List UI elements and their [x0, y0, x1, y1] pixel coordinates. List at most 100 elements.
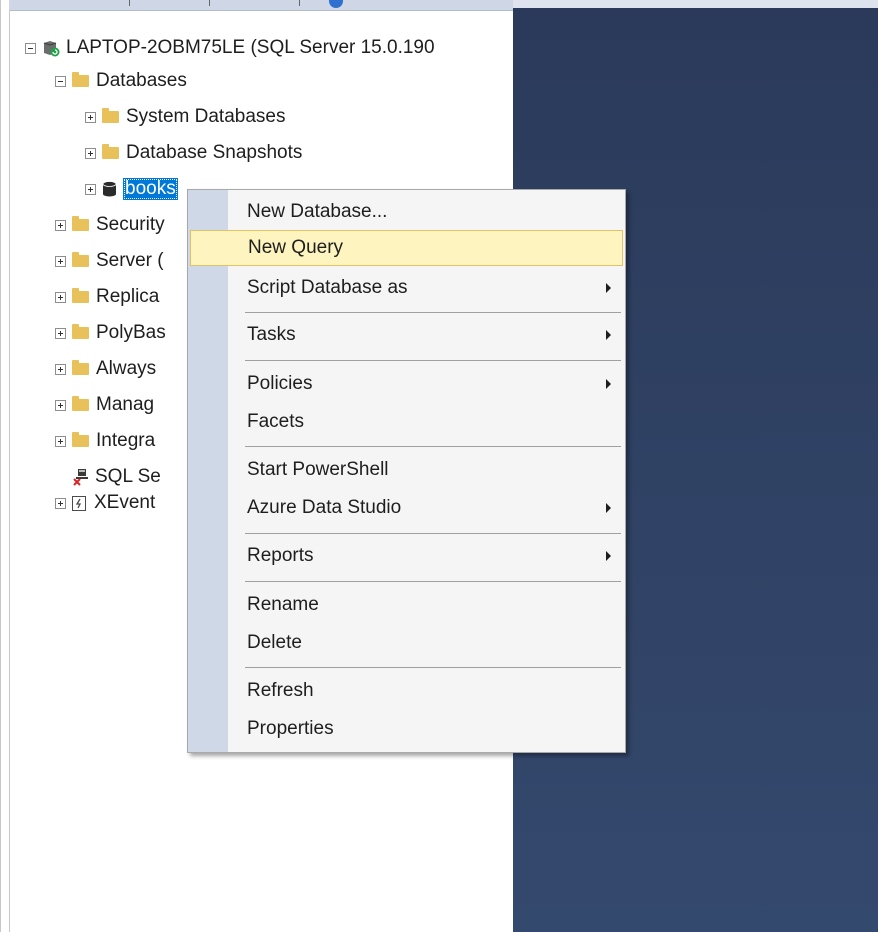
xevent-label: XEvent: [94, 492, 156, 513]
folder-icon: [102, 108, 119, 123]
tree-node-server[interactable]: LAPTOP-2OBM75LE (SQL Server 15.0.190: [25, 34, 435, 62]
menu-item-label: New Query: [248, 237, 344, 258]
folder-icon: [72, 72, 89, 87]
expand-icon[interactable]: [55, 255, 66, 267]
submenu-arrow-icon: [606, 379, 611, 389]
expand-icon[interactable]: [85, 183, 96, 195]
tree-node-polybase[interactable]: PolyBas: [55, 319, 166, 347]
menu-item-label: Reports: [247, 545, 314, 566]
menu-item-label: Policies: [247, 373, 313, 394]
collapse-icon[interactable]: [55, 75, 66, 87]
menu-item-label: Start PowerShell: [247, 459, 389, 480]
menu-item-label: Properties: [247, 718, 334, 739]
menu-separator: [245, 581, 621, 582]
tree-border: [9, 10, 10, 932]
expand-icon[interactable]: [55, 327, 66, 339]
menu-item-azure-data-studio[interactable]: Azure Data Studio: [190, 490, 623, 526]
database-context-menu: New Database... New Query Script Databas…: [187, 189, 626, 753]
toolbar-separator: [299, 0, 300, 6]
tree-node-databases[interactable]: Databases: [55, 67, 187, 95]
expand-icon[interactable]: [55, 291, 66, 303]
tree-node-always-on[interactable]: Always: [55, 355, 156, 383]
menu-item-facets[interactable]: Facets: [190, 404, 623, 440]
security-label: Security: [96, 214, 165, 235]
tree-node-replication[interactable]: Replica: [55, 283, 159, 311]
menu-item-policies[interactable]: Policies: [190, 366, 623, 402]
menu-item-properties[interactable]: Properties: [190, 711, 623, 747]
folder-icon: [102, 144, 119, 159]
database-icon: [102, 181, 117, 197]
sql-agent-icon: [73, 469, 88, 486]
tree-node-books[interactable]: books: [85, 175, 178, 203]
submenu-arrow-icon: [606, 503, 611, 513]
tree-node-system-databases[interactable]: System Databases: [85, 103, 285, 131]
submenu-arrow-icon: [606, 283, 611, 293]
menu-item-label: Facets: [247, 411, 305, 432]
always-on-label: Always: [96, 358, 157, 379]
submenu-arrow-icon: [606, 330, 611, 340]
menu-item-rename[interactable]: Rename: [190, 587, 623, 623]
folder-icon: [72, 216, 89, 231]
tree-node-integration-services[interactable]: Integra: [55, 427, 155, 455]
refresh-icon[interactable]: [329, 0, 343, 8]
folder-icon: [72, 324, 89, 339]
tree-node-server-objects[interactable]: Server (: [55, 247, 164, 275]
expand-icon[interactable]: [85, 147, 96, 159]
folder-icon: [72, 396, 89, 411]
menu-separator: [245, 360, 621, 361]
menu-item-start-powershell[interactable]: Start PowerShell: [190, 452, 623, 488]
toolbar-separator: [129, 0, 130, 6]
menu-item-label: New Database...: [247, 201, 388, 222]
sql-agent-label: SQL Se: [95, 466, 161, 487]
menu-item-label: Tasks: [247, 324, 296, 345]
folder-icon: [72, 252, 89, 267]
tree-node-security[interactable]: Security: [55, 211, 165, 239]
menu-item-label: Refresh: [247, 680, 314, 701]
server-label: LAPTOP-2OBM75LE (SQL Server 15.0.190: [66, 37, 435, 58]
expander-placeholder: [55, 472, 66, 483]
tree-node-management[interactable]: Manag: [55, 391, 154, 419]
expand-icon[interactable]: [55, 497, 66, 509]
menu-separator: [245, 446, 621, 447]
object-explorer-toolbar: [9, 0, 514, 11]
books-label: books: [123, 178, 178, 200]
integration-label: Integra: [96, 430, 156, 451]
menu-item-script-database-as[interactable]: Script Database as: [190, 270, 623, 306]
replication-label: Replica: [96, 286, 160, 307]
system-databases-label: System Databases: [126, 106, 286, 127]
expand-icon[interactable]: [55, 399, 66, 411]
tree-node-database-snapshots[interactable]: Database Snapshots: [85, 139, 302, 167]
tree-node-sql-agent[interactable]: SQL Se: [55, 463, 161, 491]
server-icon: [43, 41, 60, 57]
menu-item-new-database[interactable]: New Database...: [190, 194, 623, 230]
folder-icon: [72, 288, 89, 303]
expand-icon[interactable]: [55, 219, 66, 231]
menu-item-label: Delete: [247, 632, 302, 653]
menu-item-label: Script Database as: [247, 277, 408, 298]
menu-item-label: Rename: [247, 594, 319, 615]
expand-icon[interactable]: [55, 363, 66, 375]
menu-separator: [245, 533, 621, 534]
tree-node-xevent-profiler[interactable]: XEvent: [55, 489, 155, 517]
expand-icon[interactable]: [85, 111, 96, 123]
server-objects-label: Server (: [96, 250, 164, 271]
menu-separator: [245, 312, 621, 313]
menu-item-reports[interactable]: Reports: [190, 538, 623, 574]
collapse-icon[interactable]: [25, 42, 36, 54]
database-snapshots-label: Database Snapshots: [126, 142, 303, 163]
toolbar-separator: [209, 0, 210, 6]
expand-icon[interactable]: [55, 435, 66, 447]
folder-icon: [72, 432, 89, 447]
xevent-icon: [72, 495, 86, 511]
menu-item-delete[interactable]: Delete: [190, 625, 623, 661]
menu-item-label: Azure Data Studio: [247, 497, 402, 518]
polybase-label: PolyBas: [96, 322, 166, 343]
menu-item-tasks[interactable]: Tasks: [190, 317, 623, 353]
management-label: Manag: [96, 394, 155, 415]
menu-item-refresh[interactable]: Refresh: [190, 673, 623, 709]
menu-item-new-query[interactable]: New Query: [190, 230, 623, 266]
databases-label: Databases: [96, 70, 187, 91]
folder-icon: [72, 360, 89, 375]
menu-separator: [245, 667, 621, 668]
document-tab-strip: [513, 0, 878, 8]
